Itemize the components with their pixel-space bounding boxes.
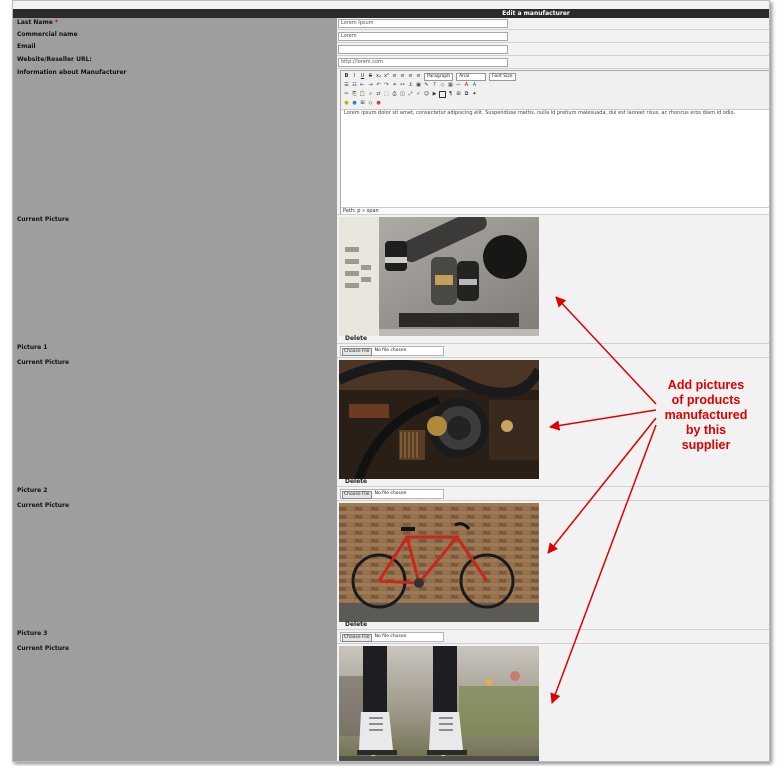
arrow-to-picture-4 — [550, 424, 657, 704]
arrow-to-picture-3 — [547, 417, 657, 554]
arrow-to-picture-2 — [548, 409, 657, 431]
arrow-to-picture-1 — [555, 296, 657, 405]
annotation-text: Add pictures of products manufactured by… — [664, 378, 748, 452]
